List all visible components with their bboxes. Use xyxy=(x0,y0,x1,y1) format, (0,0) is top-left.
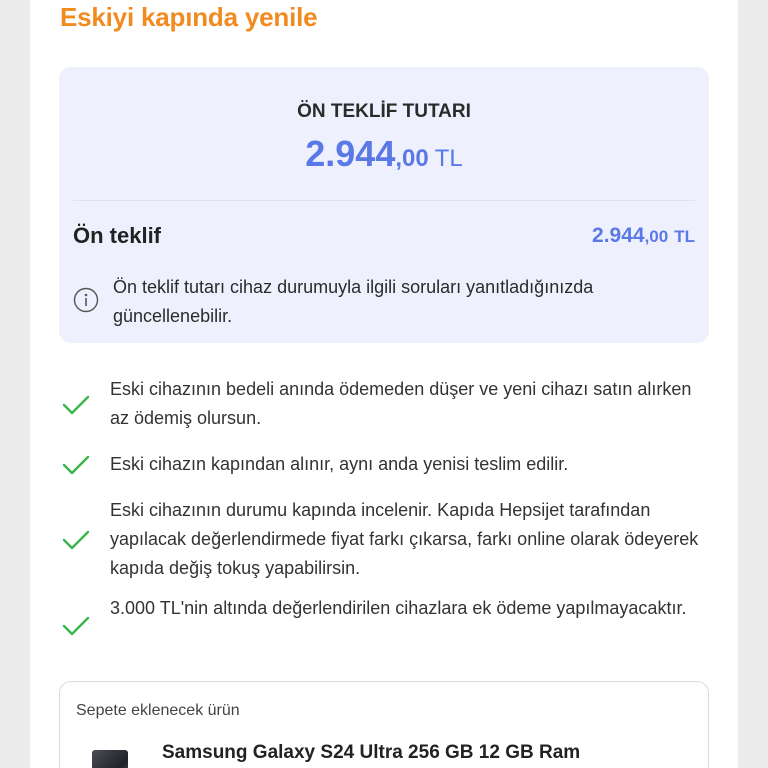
pre-offer-value-decimal: ,00 xyxy=(644,227,669,246)
offer-amount-decimal: ,00 xyxy=(395,145,429,172)
offer-title: ÖN TEKLİF TUTARI xyxy=(297,101,471,122)
product-name[interactable]: Samsung Galaxy S24 Ultra 256 GB 12 GB Ra… xyxy=(162,742,580,764)
benefit-text: 3.000 TL'nin altında değerlendirilen cih… xyxy=(110,598,687,618)
product-thumbnail[interactable] xyxy=(92,750,128,768)
trade-in-panel: Eskiyi kapında yenile ÖN TEKLİF TUTARI 2… xyxy=(30,0,738,768)
checkmark-icon xyxy=(62,530,90,550)
benefit-text: Eski cihazının durumu kapında incelenir.… xyxy=(110,500,699,578)
cart-label: Sepete eklenecek ürün xyxy=(76,702,240,719)
offer-divider xyxy=(73,200,695,201)
offer-amount-integer: 2.944 xyxy=(305,133,396,174)
pre-offer-value-integer: 2.944 xyxy=(592,224,645,247)
page-title: Eskiyi kapında yenile xyxy=(60,2,318,32)
benefit-text: Eski cihazının bedeli anında ödemeden dü… xyxy=(110,379,692,428)
pre-offer-value-currency: TL xyxy=(674,227,695,246)
checkmark-icon xyxy=(62,616,90,636)
checkmark-icon xyxy=(62,395,90,415)
pre-offer-label: Ön teklif xyxy=(73,223,162,248)
offer-info-text: Ön teklif tutarı cihaz durumuyla ilgili … xyxy=(113,277,594,326)
cart-product-card: Sepete eklenecek ürün Samsung Galaxy S24… xyxy=(59,681,709,768)
pre-offer-value: 2.944,00 TL xyxy=(592,224,695,248)
offer-amount-currency: TL xyxy=(434,145,463,172)
info-icon xyxy=(73,287,99,313)
offer-summary-card: ÖN TEKLİF TUTARI 2.944,00 TL Ön teklif 2.… xyxy=(59,67,709,343)
checkmark-icon xyxy=(62,455,90,475)
offer-amount: 2.944,00 TL xyxy=(59,133,709,175)
benefit-text: Eski cihazın kapından alınır, aynı anda … xyxy=(110,454,569,474)
